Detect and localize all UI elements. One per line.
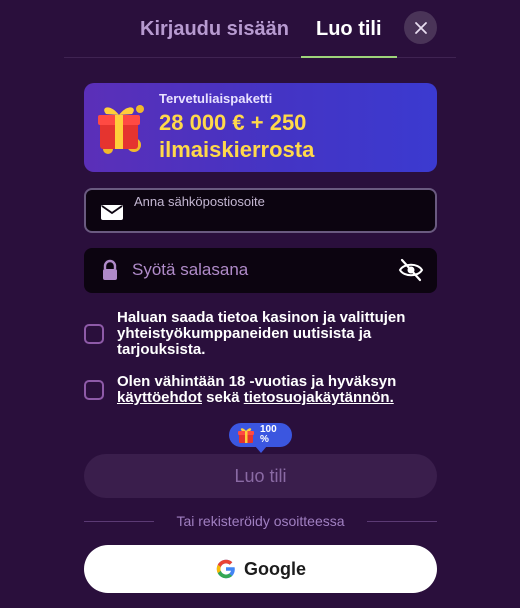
envelope-icon: [101, 205, 123, 220]
terms-checkbox[interactable]: [84, 380, 104, 400]
welcome-package-banner: Tervetuliaispaketti 28 000 € + 250 ilmai…: [84, 83, 437, 172]
newsletter-checkbox[interactable]: [84, 324, 104, 344]
create-account-button[interactable]: Luo tili: [84, 454, 437, 498]
gift-icon: [238, 428, 254, 443]
email-field-wrapper: Anna sähköpostiosoite: [84, 188, 437, 233]
lock-icon: [103, 259, 117, 280]
tab-register[interactable]: Luo tili: [316, 18, 382, 41]
password-field-wrapper: [84, 248, 437, 293]
gift-box-icon: [98, 105, 144, 154]
auth-tabs: Kirjaudu sisään Luo tili: [64, 0, 456, 58]
bonus-badge: 100 %: [229, 423, 292, 453]
banner-offer-amount: 28 000 € + 250: [159, 110, 307, 135]
terms-link[interactable]: käyttöehdot: [117, 389, 202, 406]
google-g-icon: [216, 559, 235, 579]
email-label: Anna sähköpostiosoite: [134, 194, 265, 209]
password-input[interactable]: [132, 258, 382, 282]
divider-line-right: [367, 521, 437, 522]
privacy-link[interactable]: tietosuojakäytännön.: [244, 389, 394, 406]
tab-login[interactable]: Kirjaudu sisään: [140, 18, 289, 41]
google-signup-button[interactable]: Google: [84, 545, 437, 593]
divider: Tai rekisteröidy osoitteessa: [84, 512, 437, 532]
google-button-label: Google: [244, 558, 306, 579]
banner-offer-spins: ilmaiskierrosta: [159, 137, 315, 162]
terms-text-middle: sekä: [202, 389, 244, 406]
eye-off-icon[interactable]: [398, 257, 424, 283]
bonus-badge-text: 100 %: [260, 424, 277, 445]
terms-text: Olen vähintään 18 -vuotias ja hyväksyn k…: [117, 374, 417, 406]
banner-subtitle: Tervetuliaispaketti: [159, 91, 273, 106]
terms-text-start: Olen vähintään 18 -vuotias ja hyväksyn: [117, 373, 397, 390]
banner-offer: 28 000 € + 250 ilmaiskierrosta: [159, 109, 314, 163]
close-button[interactable]: [404, 11, 437, 44]
newsletter-text: Haluan saada tietoa kasinon ja valittuje…: [117, 309, 406, 358]
active-tab-indicator: [301, 56, 397, 58]
close-icon: [414, 21, 427, 34]
email-input[interactable]: [134, 208, 424, 228]
